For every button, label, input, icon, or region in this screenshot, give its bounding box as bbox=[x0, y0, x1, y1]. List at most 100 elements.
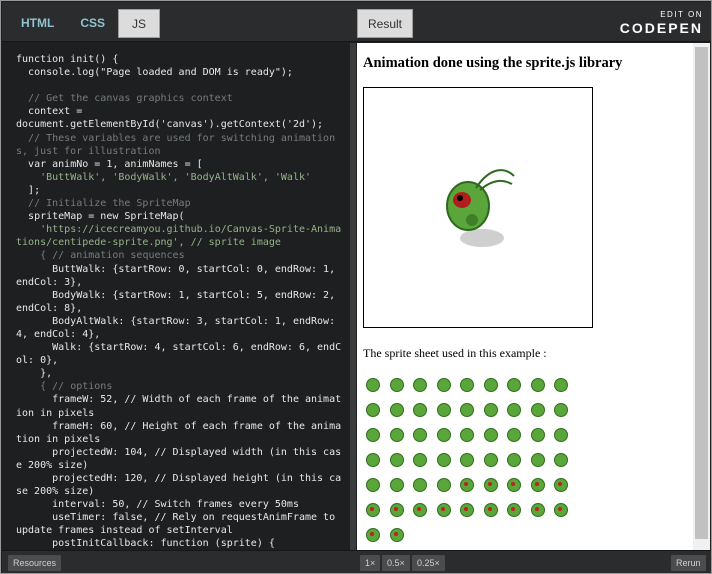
code-line: BodyAltWalk: {startRow: 3, startCol: 1, … bbox=[16, 315, 342, 340]
sprite-frame bbox=[481, 450, 501, 470]
sprite-frame bbox=[551, 500, 571, 520]
code-line: ]; bbox=[16, 184, 41, 196]
code-line: postInitCallback: function (sprite) { bbox=[16, 538, 275, 550]
edit-on-label: EDIT ON bbox=[660, 10, 703, 19]
sprite-frame bbox=[481, 500, 501, 520]
sprite-frame bbox=[481, 375, 501, 395]
result-scrollbar-thumb[interactable] bbox=[695, 47, 708, 539]
sprite-frame bbox=[434, 500, 454, 520]
sprite-frame bbox=[434, 450, 454, 470]
editor-tab-bar: HTML CSS JS bbox=[2, 2, 352, 42]
animation-canvas bbox=[363, 87, 593, 328]
sprite-frame bbox=[528, 475, 548, 495]
code-line: context = bbox=[16, 106, 83, 118]
sprite-frame bbox=[528, 425, 548, 445]
sprite-frame bbox=[363, 500, 383, 520]
sprite-frame bbox=[363, 450, 383, 470]
code-line: projectedW: 104, // Displayed width (in … bbox=[16, 446, 342, 471]
sprite-frame bbox=[504, 450, 524, 470]
code-line: // These variables are used for switchin… bbox=[16, 132, 336, 157]
rerun-button[interactable]: Rerun bbox=[671, 555, 706, 571]
sprite-frame bbox=[410, 375, 430, 395]
sprite-frame bbox=[551, 400, 571, 420]
code-line: projectedH: 120, // Displayed height (in… bbox=[16, 473, 342, 498]
sprite-frame bbox=[528, 450, 548, 470]
code-line: // Initialize the SpriteMap bbox=[16, 198, 191, 210]
code-line: frameH: 60, // Height of each frame of t… bbox=[16, 420, 342, 445]
code-line: 'ButtWalk', 'BodyWalk', 'BodyAltWalk', '… bbox=[16, 171, 312, 183]
code-line: // Get the canvas graphics context bbox=[16, 93, 233, 105]
sprite-frame bbox=[434, 425, 454, 445]
sprite-frame bbox=[434, 475, 454, 495]
code-line: }, bbox=[16, 368, 53, 380]
edit-on-codepen-link[interactable]: EDIT ON CODEPEN bbox=[620, 10, 703, 36]
sprite-frame bbox=[457, 375, 477, 395]
codepen-embed: HTML CSS JS Result EDIT ON CODEPEN funct… bbox=[0, 0, 712, 574]
sprite-frame bbox=[363, 400, 383, 420]
code-line: useTimer: false, // Rely on requestAnimF… bbox=[16, 512, 342, 537]
result-tab-bar: Result EDIT ON CODEPEN bbox=[352, 2, 711, 42]
tab-html[interactable]: HTML bbox=[8, 9, 67, 38]
sprite-frame bbox=[457, 450, 477, 470]
sprite-frame bbox=[434, 375, 454, 395]
sprite-frame bbox=[410, 400, 430, 420]
sprite-frame bbox=[387, 450, 407, 470]
sprite-frame bbox=[410, 425, 430, 445]
tab-result[interactable]: Result bbox=[357, 9, 413, 38]
tab-css[interactable]: CSS bbox=[67, 9, 118, 38]
sprite-frame bbox=[528, 375, 548, 395]
sprite-frame bbox=[434, 400, 454, 420]
zoom-1x-button[interactable]: 1× bbox=[360, 555, 381, 571]
sprite-frame bbox=[528, 500, 548, 520]
zoom-0.5x-button[interactable]: 0.5× bbox=[382, 555, 410, 571]
code-line: frameW: 52, // Width of each frame of th… bbox=[16, 394, 342, 419]
sprite-frame bbox=[504, 425, 524, 445]
code-line: 'https://icecreamyou.github.io/Canvas-Sp… bbox=[16, 224, 342, 249]
sprite-frame bbox=[363, 525, 383, 545]
codepen-logo: CODEPEN bbox=[619, 20, 703, 36]
sprite-frame bbox=[387, 475, 407, 495]
sprite-frame bbox=[410, 500, 430, 520]
sprite-frame bbox=[363, 425, 383, 445]
sprite-frame bbox=[551, 475, 571, 495]
sprite-frame bbox=[387, 400, 407, 420]
pane-resize-divider[interactable] bbox=[350, 43, 356, 550]
sprite-frame bbox=[551, 425, 571, 445]
resources-button[interactable]: Resources bbox=[8, 555, 62, 571]
sprite-frame bbox=[504, 400, 524, 420]
sprite-frame bbox=[410, 475, 430, 495]
sprite-sheet-caption: The sprite sheet used in this example : bbox=[363, 346, 547, 360]
sprite-frame bbox=[528, 400, 548, 420]
tab-js[interactable]: JS bbox=[118, 9, 161, 38]
code-line: console.log("Page loaded and DOM is read… bbox=[16, 67, 293, 79]
centipede-sprite-frame bbox=[446, 169, 515, 247]
zoom-0.25x-button[interactable]: 0.25× bbox=[412, 555, 445, 571]
sprite-frame bbox=[551, 375, 571, 395]
code-line: spriteMap = new SpriteMap( bbox=[16, 211, 185, 223]
sprite-frame bbox=[363, 375, 383, 395]
sprite-frame bbox=[457, 400, 477, 420]
sprite-frame bbox=[481, 475, 501, 495]
code-line: document.getElementById('canvas').getCon… bbox=[16, 119, 324, 131]
code-line: BodyWalk: {startRow: 1, startCol: 5, end… bbox=[16, 289, 342, 314]
result-heading: Animation done using the sprite.js libra… bbox=[363, 55, 623, 71]
sprite-frame bbox=[504, 475, 524, 495]
sprite-frame bbox=[387, 500, 407, 520]
sprite-frame bbox=[504, 500, 524, 520]
code-line: { // animation sequences bbox=[16, 250, 185, 262]
sprite-frame bbox=[481, 425, 501, 445]
sprite-frame bbox=[410, 450, 430, 470]
sprite-frame bbox=[363, 475, 383, 495]
sprite-frame bbox=[457, 425, 477, 445]
js-code-editor[interactable]: function init() { console.log("Page load… bbox=[2, 43, 350, 550]
sprite-frame bbox=[387, 425, 407, 445]
code-line: Walk: {startRow: 4, startCol: 6, endRow:… bbox=[16, 342, 342, 367]
result-preview: Animation done using the sprite.js libra… bbox=[357, 43, 693, 550]
sprite-frame bbox=[504, 375, 524, 395]
code-line: var animNo = 1, animNames = [ bbox=[16, 158, 203, 170]
sprite-frame bbox=[387, 525, 407, 545]
sprite-frame bbox=[457, 500, 477, 520]
sprite-frame bbox=[481, 400, 501, 420]
sprite-sheet-image bbox=[363, 375, 693, 545]
